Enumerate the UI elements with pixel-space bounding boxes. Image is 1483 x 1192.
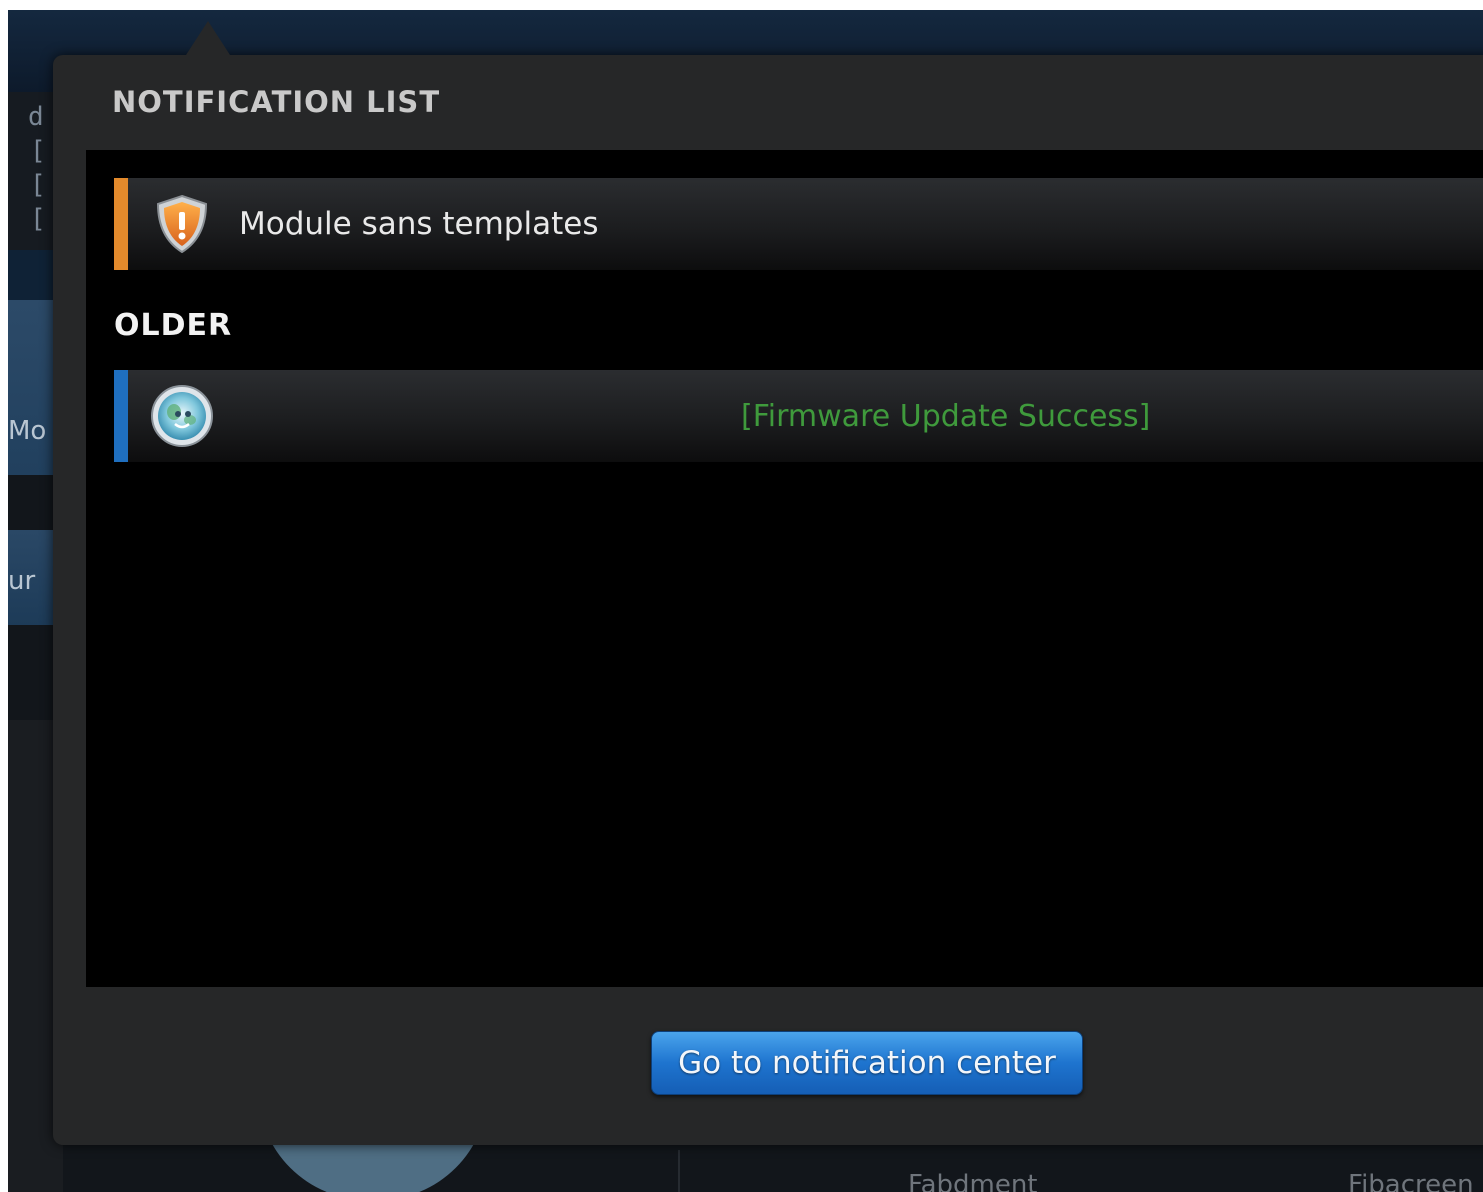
go-to-notification-center-button[interactable]: Go to notification center — [651, 1031, 1083, 1095]
notification-text: [Firmware Update Success] — [741, 399, 1151, 434]
notification-accent-bar — [114, 178, 128, 270]
popup-pointer — [186, 21, 230, 55]
notification-accent-bar — [114, 370, 128, 462]
popup-title: NOTIFICATION LIST — [112, 85, 441, 119]
divider — [678, 1150, 680, 1192]
app-background: d [ [ [ Mo ur Fabdment Fibacreen NOTIFIC… — [8, 10, 1483, 1192]
notification-item[interactable]: Module sans templates — [114, 178, 1483, 270]
tile-label: ur — [8, 566, 36, 596]
notification-text: Module sans templates — [239, 206, 599, 242]
log-fragment: [ — [30, 204, 46, 234]
tile-label: Mo — [8, 416, 47, 446]
warning-shield-icon — [156, 194, 208, 254]
notification-popup: NOTIFICATION LIST Module sans templates … — [53, 21, 1483, 1145]
section-heading-older: OLDER — [114, 308, 233, 343]
notification-list: Module sans templates OLDER [Firmware Up… — [86, 150, 1483, 987]
notification-item[interactable]: [Firmware Update Success] — [114, 370, 1483, 462]
background-text: Fabdment — [908, 1170, 1038, 1192]
log-fragment: d — [28, 102, 44, 132]
log-fragment: [ — [30, 170, 46, 200]
firmware-globe-icon — [151, 385, 213, 447]
log-fragment: [ — [30, 136, 46, 166]
background-text: Fibacreen — [1348, 1170, 1474, 1192]
